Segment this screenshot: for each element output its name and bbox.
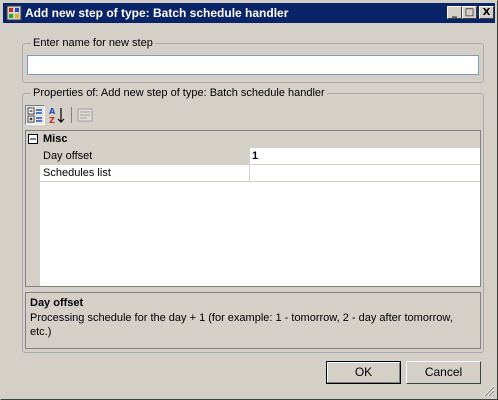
categorized-icon	[27, 107, 42, 123]
alphabetical-sort-icon: A Z	[49, 107, 65, 125]
property-value-schedules-list[interactable]	[248, 165, 480, 182]
property-help-pane: Day offset Processing schedule for the d…	[25, 292, 481, 349]
collapse-icon[interactable]	[28, 134, 38, 144]
property-grid[interactable]: Misc Day offset 1 Schedules list	[25, 130, 481, 287]
property-row-day-offset[interactable]: Day offset 1	[26, 148, 480, 165]
dialog-window: Add new step of type: Batch schedule han…	[0, 0, 498, 400]
property-pages-button[interactable]	[75, 105, 95, 125]
property-value-day-offset[interactable]: 1	[248, 148, 480, 165]
help-title: Day offset	[30, 297, 84, 309]
svg-text:A: A	[49, 107, 56, 116]
name-groupbox: Enter name for new step	[22, 37, 484, 83]
resize-grip-icon[interactable]	[483, 385, 495, 397]
help-description: Processing schedule for the day + 1 (for…	[30, 312, 453, 338]
ok-button-label: OK	[354, 365, 373, 379]
property-row-schedules-list[interactable]: Schedules list	[26, 165, 480, 182]
name-group-legend: Enter name for new step	[31, 37, 155, 49]
property-label: Schedules list	[40, 165, 250, 182]
title-bar[interactable]: Add new step of type: Batch schedule han…	[3, 3, 495, 23]
properties-groupbox: Properties of: Add new step of type: Bat…	[22, 87, 484, 353]
categorized-view-button[interactable]	[25, 105, 45, 125]
toolbar-separator	[71, 107, 72, 123]
svg-text:Z: Z	[49, 116, 55, 125]
property-grid-toolbar: A Z	[25, 105, 125, 125]
window-title: Add new step of type: Batch schedule han…	[25, 6, 289, 20]
cancel-button-label: Cancel	[424, 365, 463, 379]
category-row-misc[interactable]: Misc	[26, 131, 480, 148]
ok-button[interactable]: OK	[326, 361, 401, 384]
step-name-input[interactable]	[27, 55, 479, 75]
app-icon	[6, 5, 22, 21]
property-label: Day offset	[40, 148, 250, 165]
cancel-button[interactable]: Cancel	[406, 361, 481, 384]
minimize-button[interactable]: _	[447, 6, 462, 19]
alphabetical-view-button[interactable]: A Z	[47, 105, 67, 125]
properties-group-legend: Properties of: Add new step of type: Bat…	[31, 87, 327, 99]
maximize-button[interactable]: □	[462, 6, 477, 19]
property-pages-icon	[77, 108, 93, 122]
close-button[interactable]: X	[479, 6, 494, 19]
category-label: Misc	[43, 133, 68, 145]
